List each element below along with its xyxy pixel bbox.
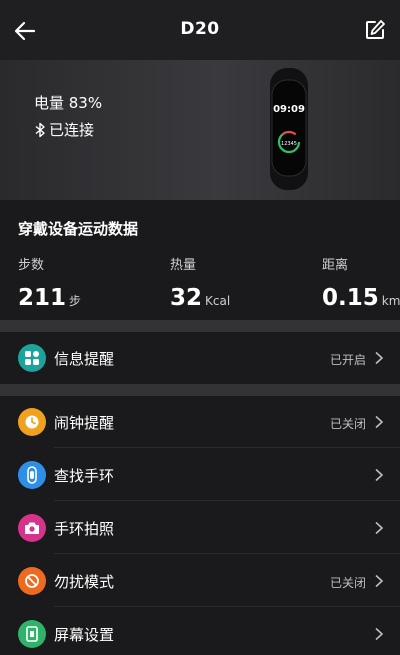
bluetooth-icon bbox=[35, 122, 45, 137]
chevron-right-icon bbox=[375, 415, 384, 429]
menu-item-label: 查找手环 bbox=[54, 467, 115, 485]
camera-icon bbox=[18, 514, 46, 542]
device-card: 电量 83% 已连接 09:09 12345 bbox=[0, 60, 400, 200]
stat-unit: Kcal bbox=[205, 294, 231, 308]
menu-item-label: 闹钟提醒 bbox=[54, 414, 115, 432]
activity-stats: 穿戴设备运动数据 步数 211 步 热量 32 Kcal 距离 0.15 km bbox=[0, 200, 400, 320]
menu-item-find-band[interactable]: 查找手环 bbox=[0, 449, 400, 501]
stat-label: 步数 bbox=[18, 258, 45, 273]
row-separator bbox=[54, 500, 400, 501]
connection-status: 已连接 bbox=[34, 119, 94, 140]
battery-status: 电量 83% bbox=[34, 94, 103, 112]
stat-distance: 距离 0.15 km bbox=[322, 254, 400, 311]
screen-icon bbox=[18, 620, 46, 648]
stat-steps: 步数 211 步 bbox=[18, 254, 81, 311]
section-divider bbox=[0, 320, 400, 332]
no-disturb-icon bbox=[18, 567, 46, 595]
stat-label: 热量 bbox=[170, 258, 197, 273]
smart-band-image: 09:09 12345 bbox=[270, 68, 308, 190]
stat-value: 211 bbox=[18, 285, 67, 311]
chevron-right-icon bbox=[375, 521, 384, 535]
menu-item-status: 已关闭 bbox=[329, 417, 366, 431]
stat-value: 32 bbox=[170, 285, 203, 311]
connection-label: 已连接 bbox=[49, 121, 95, 139]
top-bar: D20 bbox=[0, 0, 400, 60]
stat-unit: 步 bbox=[69, 294, 82, 308]
edit-icon[interactable] bbox=[364, 19, 386, 41]
stat-calories: 热量 32 Kcal bbox=[170, 254, 230, 311]
clock-icon bbox=[18, 408, 46, 436]
stat-label: 距离 bbox=[322, 258, 349, 273]
chevron-right-icon bbox=[375, 351, 384, 365]
apps-grid-icon bbox=[18, 344, 46, 372]
menu-item-alarm[interactable]: 闹钟提醒 已关闭 bbox=[0, 396, 400, 448]
menu-item-label: 手环拍照 bbox=[54, 520, 115, 538]
stats-title: 穿戴设备运动数据 bbox=[18, 220, 139, 238]
page-title: D20 bbox=[180, 19, 220, 39]
chevron-right-icon bbox=[375, 574, 384, 588]
band-steps: 12345 bbox=[281, 141, 297, 147]
menu-item-status: 已关闭 bbox=[329, 576, 366, 590]
menu-item-label: 屏幕设置 bbox=[54, 626, 115, 644]
stat-value: 0.15 bbox=[322, 285, 379, 311]
menu-item-label: 勿扰模式 bbox=[54, 573, 115, 591]
row-separator bbox=[54, 447, 400, 448]
row-separator bbox=[54, 553, 400, 554]
menu-item-screen-settings[interactable]: 屏幕设置 bbox=[0, 608, 400, 655]
menu-item-status: 已开启 bbox=[329, 353, 366, 367]
band-icon bbox=[18, 461, 46, 489]
chevron-right-icon bbox=[375, 468, 384, 482]
menu-item-camera[interactable]: 手环拍照 bbox=[0, 502, 400, 554]
band-time: 09:09 bbox=[273, 104, 305, 115]
row-separator bbox=[54, 606, 400, 607]
stat-unit: km bbox=[381, 294, 400, 308]
menu-item-do-not-disturb[interactable]: 勿扰模式 已关闭 bbox=[0, 555, 400, 607]
menu-item-label: 信息提醒 bbox=[54, 350, 115, 368]
chevron-right-icon bbox=[375, 627, 384, 641]
section-divider bbox=[0, 384, 400, 396]
menu-item-notifications[interactable]: 信息提醒 已开启 bbox=[0, 332, 400, 384]
